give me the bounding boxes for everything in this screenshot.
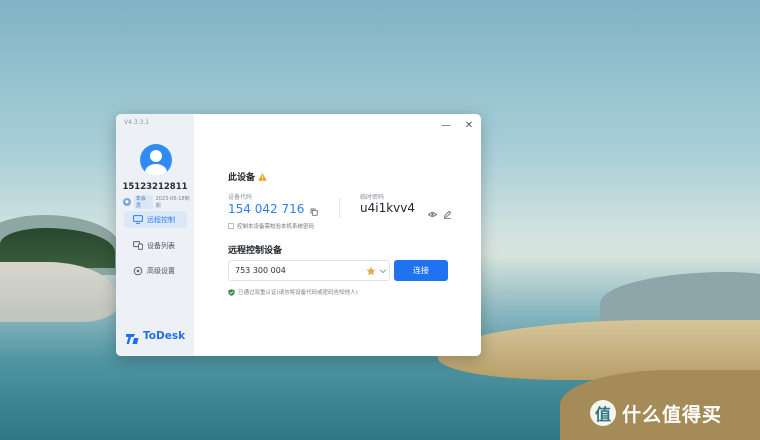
avatar[interactable]	[140, 144, 172, 176]
this-device-section-title: 此设备	[228, 170, 267, 183]
devices-icon	[133, 241, 143, 251]
mountain-right	[600, 272, 760, 322]
watermark-logo: 值	[590, 400, 616, 426]
gear-icon	[133, 266, 143, 276]
minimize-button[interactable]: —	[439, 118, 453, 132]
sidebar-item-label: 设备列表	[147, 241, 175, 250]
remote-device-code-value: 753 300 004	[235, 266, 286, 275]
avatar-body-shape	[145, 164, 167, 176]
remote-control-title: 远程控制设备	[228, 246, 283, 256]
monitor-icon	[133, 215, 143, 225]
brand-logo: ToDesk	[126, 330, 186, 344]
sidebar: V4.3.3.1 15123212811 ◆ 年会员 2023-06-18到期 …	[116, 114, 194, 356]
device-code: 154 042 716	[228, 202, 319, 216]
temp-password-label: 临时密码	[360, 194, 385, 201]
avatar-head-shape	[150, 150, 162, 162]
device-code-label: 设备代码	[228, 194, 253, 201]
todesk-window: V4.3.3.1 15123212811 ◆ 年会员 2023-06-18到期 …	[116, 114, 481, 356]
vertical-divider	[339, 198, 340, 218]
version-label: V4.3.3.1	[124, 119, 150, 126]
security-status-text: 已通过双重认证(请勿将设备代码或密码告知他人)	[238, 290, 358, 296]
sidebar-item-advanced-settings[interactable]: 高级设置	[124, 262, 187, 279]
sidebar-item-label: 高级设置	[147, 266, 175, 275]
connect-button[interactable]: 连接	[394, 260, 448, 281]
member-badge: 年会员	[133, 195, 153, 209]
star-icon[interactable]	[366, 266, 376, 276]
remote-device-code-input[interactable]: 753 300 004	[228, 260, 390, 281]
close-button[interactable]: ✕	[462, 118, 476, 132]
temp-password-value: u4i1kvv4	[360, 201, 415, 215]
brand-name: ToDesk	[143, 330, 186, 342]
this-device-title: 此设备	[228, 173, 256, 183]
security-status: 已通过双重认证(请勿将设备代码或密码告知他人)	[228, 288, 358, 296]
vip-icon: ◆	[123, 198, 131, 206]
todesk-logo-icon	[126, 330, 139, 344]
verify-password-checkbox[interactable]	[228, 223, 234, 229]
warning-icon[interactable]	[258, 172, 267, 181]
eye-icon[interactable]	[427, 204, 438, 217]
watermark: 值 什么值得买	[590, 398, 722, 428]
verify-password-label: 控制本设备需校验本机系统密码	[237, 224, 315, 230]
member-expiry: 2023-06-18到期	[155, 196, 190, 209]
username: 15123212811	[122, 182, 188, 192]
sidebar-item-device-list[interactable]: 设备列表	[124, 237, 187, 254]
main-panel: — ✕ 此设备 设备代码 154 042 716 临时密码 u4i1kvv4 控…	[194, 114, 481, 356]
edit-icon[interactable]	[443, 204, 452, 219]
device-code-value: 154 042 716	[228, 202, 305, 216]
sidebar-item-remote-control[interactable]: 远程控制	[124, 211, 187, 228]
copy-icon[interactable]	[310, 205, 319, 216]
sidebar-item-label: 远程控制	[147, 215, 175, 224]
remote-control-section-title: 远程控制设备	[228, 243, 282, 256]
password-actions	[427, 204, 452, 219]
verify-password-option[interactable]: 控制本设备需校验本机系统密码	[228, 222, 314, 230]
shield-icon	[228, 288, 235, 296]
membership-info: ◆ 年会员 2023-06-18到期	[123, 195, 194, 209]
chevron-down-icon[interactable]	[379, 267, 387, 275]
watermark-text: 什么值得买	[622, 403, 723, 426]
